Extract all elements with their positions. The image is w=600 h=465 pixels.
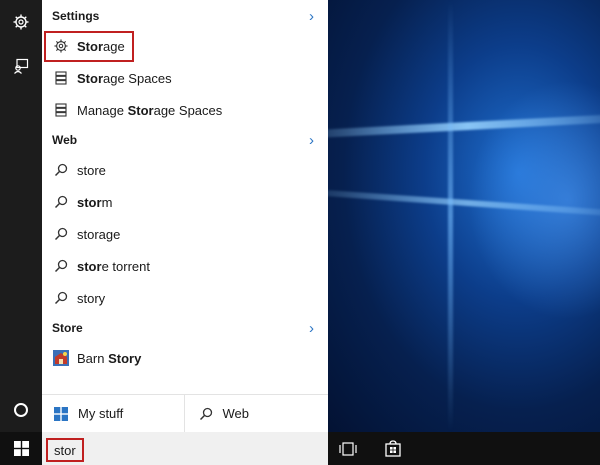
start-left-rail [0, 0, 42, 432]
web-section-title: Web [52, 133, 78, 147]
search-input[interactable]: stor [46, 438, 84, 462]
web-section-header[interactable]: Web › [42, 125, 328, 155]
result-label: store torrent [77, 258, 150, 274]
store-section-header[interactable]: Store › [42, 313, 328, 343]
search-results-panel: Settings › Storage Storage Spaces Manage… [42, 0, 328, 432]
start-button[interactable] [0, 432, 42, 465]
search-icon [52, 193, 70, 211]
result-manage-storage-spaces[interactable]: Manage Storage Spaces [42, 95, 328, 125]
web-suggestion-storage[interactable]: storage [42, 219, 328, 249]
web-suggestion-story[interactable]: story [42, 283, 328, 313]
result-label: store [77, 162, 106, 178]
store-result-barn-story[interactable]: Barn Story [42, 343, 328, 373]
search-icon [52, 257, 70, 275]
cortana-icon[interactable] [0, 390, 42, 430]
taskbar: stor [0, 432, 600, 465]
search-icon [52, 225, 70, 243]
chevron-right-icon: › [309, 319, 314, 337]
result-label: story [77, 290, 106, 306]
barn-story-app-icon [52, 349, 70, 367]
web-suggestion-storm[interactable]: storm [42, 187, 328, 217]
search-icon [197, 405, 215, 423]
storage-spaces-icon [52, 101, 70, 119]
web-suggestion-store-torrent[interactable]: store torrent [42, 251, 328, 281]
taskbar-search-box[interactable]: stor [42, 432, 328, 465]
settings-gear-icon[interactable] [0, 2, 42, 42]
search-icon [52, 289, 70, 307]
web-suggestion-store[interactable]: store [42, 155, 328, 185]
search-scope-tabs: My stuff Web [42, 394, 328, 432]
highlight-box [44, 31, 134, 62]
settings-section-title: Settings [52, 9, 100, 23]
task-view-icon[interactable] [328, 432, 368, 465]
result-label: Manage Storage Spaces [77, 102, 223, 118]
tab-web[interactable]: Web [183, 395, 329, 432]
search-icon [52, 161, 70, 179]
chevron-right-icon: › [309, 131, 314, 149]
chevron-right-icon: › [309, 7, 314, 25]
tab-my-stuff[interactable]: My stuff [42, 395, 184, 432]
windows-logo-icon [52, 405, 70, 423]
result-label: storage [77, 226, 121, 242]
result-storage-spaces[interactable]: Storage Spaces [42, 63, 328, 93]
windows-logo-icon [13, 441, 29, 456]
desktop-wallpaper [328, 0, 600, 432]
store-section-title: Store [52, 321, 83, 335]
store-app-icon[interactable] [373, 432, 413, 465]
settings-section-header[interactable]: Settings › [42, 1, 328, 31]
result-label: Barn Story [77, 350, 142, 366]
tab-my-stuff-label: My stuff [78, 406, 124, 421]
feedback-icon[interactable] [0, 46, 42, 86]
storage-spaces-icon [52, 69, 70, 87]
result-label: storm [77, 194, 113, 210]
result-label: Storage Spaces [77, 70, 172, 86]
tab-web-label: Web [222, 406, 250, 421]
